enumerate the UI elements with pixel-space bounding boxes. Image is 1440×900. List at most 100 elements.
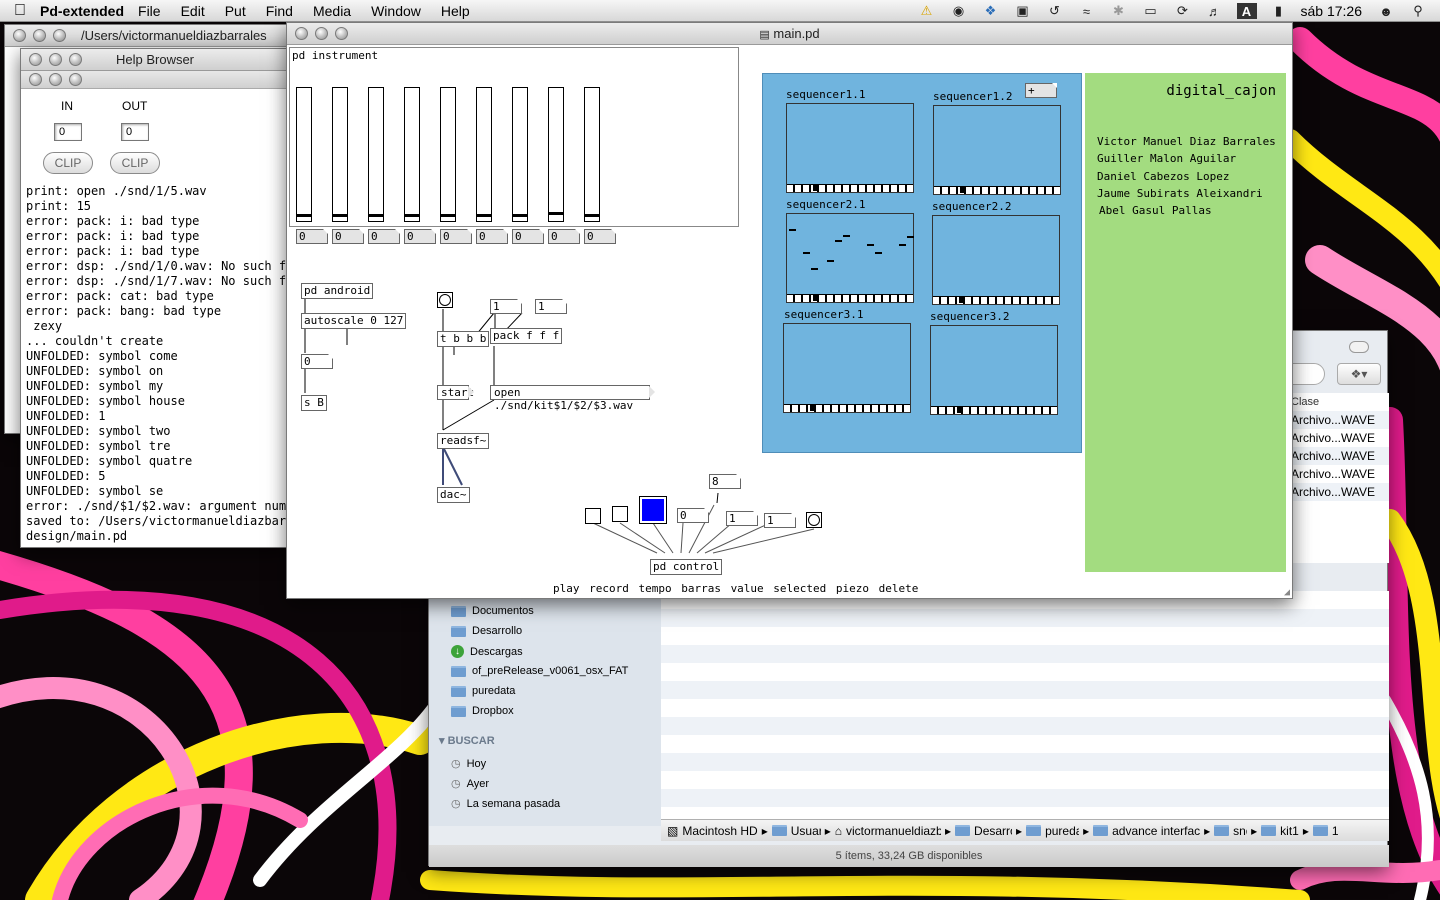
sync-icon[interactable]: ⟳ — [1173, 3, 1193, 19]
volume-slider[interactable] — [440, 87, 456, 222]
slider-number[interactable]: 0 — [368, 229, 400, 244]
bluetooth-icon[interactable]: ✱ — [1109, 3, 1129, 19]
sequencer-add-number[interactable]: + — [1025, 83, 1057, 98]
zoom-icon[interactable] — [69, 73, 82, 86]
selected-number[interactable]: 1 — [764, 513, 796, 528]
zoom-icon[interactable] — [53, 29, 66, 42]
step-row[interactable] — [787, 184, 913, 192]
sidebar-item-desarrollo[interactable]: Desarrollo — [451, 625, 522, 637]
kind-column-header[interactable]: Clase — [1289, 393, 1389, 411]
dropbox-action-button[interactable]: ❖▾ — [1337, 363, 1381, 385]
slider-number[interactable]: 0 — [584, 229, 616, 244]
path-item[interactable]: victormanueldiazbarrales — [846, 824, 941, 838]
slider-knob[interactable] — [477, 214, 491, 217]
sequencer-grid-1-1[interactable] — [786, 103, 914, 193]
minimize-icon[interactable] — [49, 73, 62, 86]
glasses-icon[interactable]: ◉ — [949, 3, 969, 19]
sidebar-item-documentos[interactable]: Documentos — [451, 605, 534, 617]
input-menu-icon[interactable]: A — [1236, 3, 1257, 19]
window-titlebar[interactable]: ▤ main.pd — [287, 23, 1292, 45]
slider-number[interactable]: 0 — [512, 229, 544, 244]
volume-slider[interactable] — [584, 87, 600, 222]
zoom-icon[interactable] — [335, 27, 348, 40]
dropbox-icon[interactable]: ❖ — [981, 3, 1001, 19]
step-row[interactable] — [931, 406, 1057, 414]
patch-canvas[interactable]: pd instrument 000000000 pd android autos… — [287, 45, 1292, 598]
volume-icon[interactable]: ♬ — [1205, 3, 1225, 19]
kind-cell[interactable]: Archivo...WAVE — [1289, 411, 1389, 429]
volume-slider[interactable] — [332, 87, 348, 222]
sidebar-item-hoy[interactable]: ◷ Hoy — [451, 757, 486, 771]
path-item[interactable]: Desarrollo — [974, 824, 1012, 838]
kind-cell[interactable]: Archivo...WAVE — [1289, 429, 1389, 447]
toolbar-toggle-button[interactable] — [1349, 341, 1369, 353]
sequencer-grid-3-1[interactable] — [783, 323, 911, 413]
sidebar-item-semana[interactable]: ◷ La semana pasada — [451, 797, 560, 811]
menu-put[interactable]: Put — [225, 3, 246, 19]
close-icon[interactable] — [29, 73, 42, 86]
warning-icon[interactable]: ⚠ — [917, 3, 937, 19]
path-item[interactable]: puredata — [1045, 824, 1079, 838]
delete-bang[interactable] — [806, 512, 822, 528]
volume-slider[interactable] — [512, 87, 528, 222]
path-item[interactable]: advance interface — [1112, 824, 1200, 838]
record-toggle[interactable] — [612, 506, 628, 522]
sample-number[interactable]: 1 — [535, 299, 567, 314]
battery-icon[interactable]: ▮ — [1269, 3, 1289, 19]
pd-android-object[interactable]: pd android — [301, 283, 374, 299]
sidebar-item-ayer[interactable]: ◷ Ayer — [451, 777, 489, 791]
sequencer-grid-1-2[interactable] — [933, 105, 1061, 195]
kind-cell[interactable]: Archivo...WAVE — [1289, 465, 1389, 483]
pack-object[interactable]: pack f f f — [490, 328, 563, 344]
step-row[interactable] — [787, 294, 913, 302]
menu-media[interactable]: Media — [313, 3, 351, 19]
path-item[interactable]: snd — [1233, 824, 1247, 838]
resize-grip-icon[interactable]: ◢ — [1284, 587, 1290, 598]
sidebar-item-dropbox[interactable]: Dropbox — [451, 705, 514, 717]
clip-out-indicator[interactable]: CLIP — [110, 152, 160, 174]
out-level-field[interactable]: 0 — [121, 123, 149, 141]
slider-number[interactable]: 0 — [476, 229, 508, 244]
trigger-object[interactable]: t b b b — [437, 331, 490, 347]
kit-number[interactable]: 1 — [490, 299, 522, 314]
slider-knob[interactable] — [405, 214, 419, 217]
tempo-number[interactable]: 8 — [709, 474, 741, 489]
file-list[interactable] — [661, 591, 1389, 826]
slider-number[interactable]: 0 — [440, 229, 472, 244]
menu-file[interactable]: File — [138, 3, 161, 19]
zoom-icon[interactable] — [69, 53, 82, 66]
slider-knob[interactable] — [513, 214, 527, 217]
dac-object[interactable]: dac~ — [437, 487, 470, 503]
spotlight-icon[interactable]: ⚲ — [1408, 3, 1428, 19]
readsf-object[interactable]: readsf~ — [437, 433, 490, 449]
menu-app-name[interactable]: Pd-extended — [40, 3, 124, 19]
slider-knob[interactable] — [549, 212, 563, 215]
in-level-field[interactable]: 0 — [54, 123, 82, 141]
display-icon[interactable]: ▭ — [1141, 3, 1161, 19]
volume-slider[interactable] — [476, 87, 492, 222]
volume-slider[interactable] — [368, 87, 384, 222]
slider-number[interactable]: 0 — [332, 229, 364, 244]
menu-edit[interactable]: Edit — [181, 3, 205, 19]
path-item[interactable]: Usuarios — [791, 824, 821, 838]
slider-number[interactable]: 0 — [548, 229, 580, 244]
slider-knob[interactable] — [441, 214, 455, 217]
start-message[interactable]: start — [437, 385, 474, 400]
autoscale-number[interactable]: 0 — [301, 354, 333, 369]
sequencer-grid-3-2[interactable] — [930, 325, 1058, 415]
menu-help[interactable]: Help — [441, 3, 470, 19]
user-icon[interactable]: ☻ — [1376, 3, 1396, 19]
clip-in-indicator[interactable]: CLIP — [43, 152, 93, 174]
trigger-bang[interactable] — [437, 292, 453, 308]
volume-slider[interactable] — [404, 87, 420, 222]
close-icon[interactable] — [29, 53, 42, 66]
volume-slider[interactable] — [548, 87, 564, 222]
open-message[interactable]: open ./snd/kit$1/$2/$3.wav — [490, 385, 655, 412]
value-number[interactable]: 0 — [677, 508, 709, 523]
pd-control-object[interactable]: pd control — [650, 559, 723, 575]
menu-window[interactable]: Window — [371, 3, 421, 19]
close-icon[interactable] — [13, 29, 26, 42]
evernote-icon[interactable]: ▣ — [1013, 3, 1033, 19]
time-machine-icon[interactable]: ↺ — [1045, 3, 1065, 19]
slider-knob[interactable] — [585, 214, 599, 217]
